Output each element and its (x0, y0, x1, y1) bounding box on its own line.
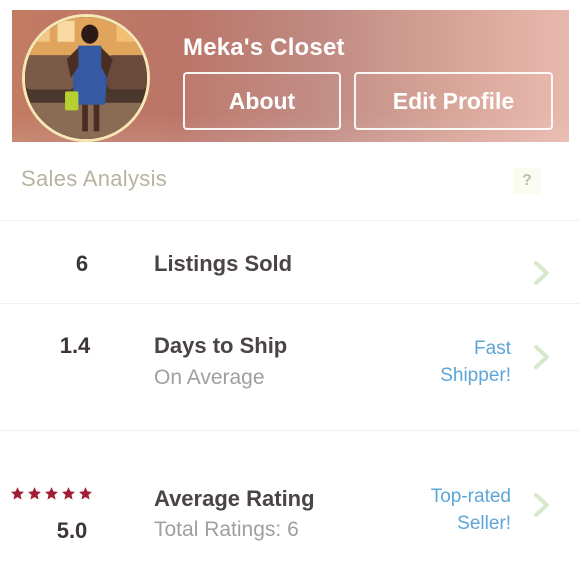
star-icon (45, 487, 58, 500)
total-ratings-label: Total Ratings: 6 (154, 518, 299, 541)
shop-name: Meka's Closet (183, 34, 345, 61)
badge-line: Shipper! (440, 365, 511, 386)
days-to-ship-sublabel: On Average (154, 366, 265, 389)
star-icon (62, 487, 75, 500)
badge-line: Seller! (457, 513, 511, 534)
avatar-photo (25, 17, 147, 139)
divider (0, 303, 580, 304)
days-to-ship-label: Days to Ship (154, 333, 288, 358)
average-rating-value: 5.0 (56, 518, 88, 543)
fast-shipper-badge: Fast Shipper! (440, 335, 511, 389)
badge-line: Fast (474, 338, 511, 359)
star-icon (28, 487, 41, 500)
section-title: Sales Analysis (21, 166, 168, 191)
divider (0, 220, 580, 221)
chevron-right-icon (534, 261, 549, 285)
question-mark-icon[interactable]: ? (513, 168, 541, 194)
top-rated-seller-badge: Top-rated Seller! (431, 483, 511, 537)
chevron-right-icon (534, 345, 549, 369)
edit-profile-button[interactable]: Edit Profile (354, 72, 553, 130)
days-to-ship-value: 1.4 (59, 333, 91, 358)
star-icon (79, 487, 92, 500)
star-icon (11, 487, 24, 500)
about-button[interactable]: About (183, 72, 341, 130)
average-rating-label: Average Rating (154, 486, 315, 511)
badge-line: Top-rated (430, 486, 511, 507)
chevron-right-icon (534, 493, 549, 517)
listings-sold-label: Listings Sold (154, 251, 293, 276)
avatar[interactable] (22, 14, 150, 142)
listings-sold-value: 6 (75, 251, 89, 276)
divider (0, 430, 580, 431)
rating-stars (10, 486, 93, 501)
